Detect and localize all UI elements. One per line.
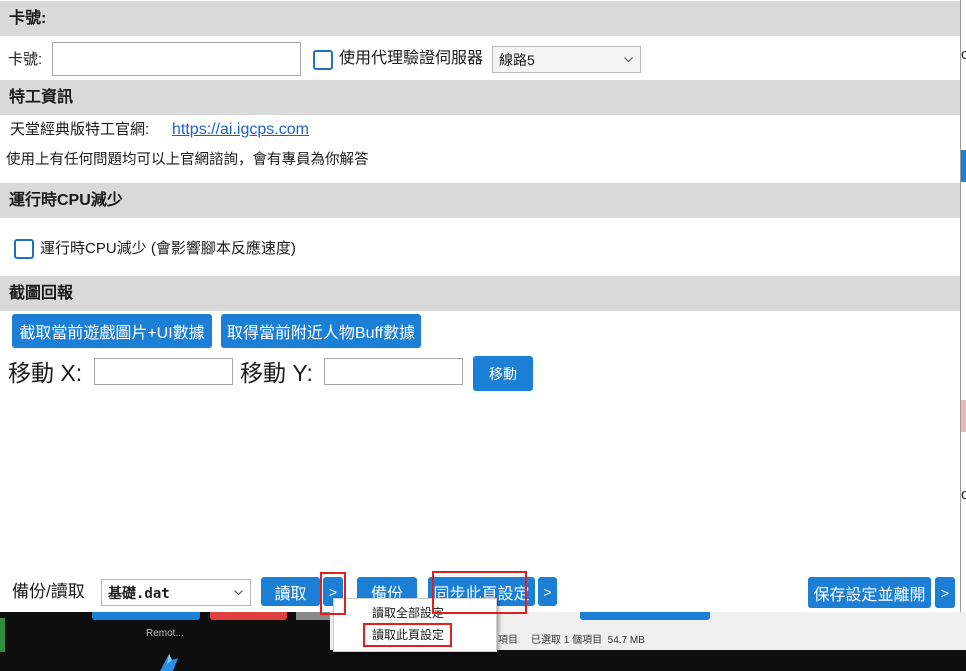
background-banner-fragment [961, 400, 966, 432]
move-button[interactable]: 移動 [473, 356, 533, 391]
status-selection: 已選取 1 個項目 54.7 MB [531, 635, 645, 646]
menu-item-load-page-settings[interactable]: 讀取此頁設定 [334, 624, 496, 646]
chevron-down-icon [624, 56, 633, 62]
cpu-reduce-label[interactable]: 運行時CPU減少 (會影響腳本反應速度) [40, 239, 296, 259]
capture-game-ui-button[interactable]: 截取當前遊戲圖片+UI數據 [12, 314, 212, 348]
section-header-agent: 特工資訊 [0, 80, 960, 115]
desktop-icon-fragment [0, 618, 5, 652]
card-label: 卡號: [8, 51, 43, 68]
desktop-app-icon[interactable] [158, 652, 180, 671]
cpu-reduce-checkbox[interactable] [14, 239, 34, 259]
proxy-checkbox[interactable] [313, 50, 333, 70]
background-button-fragment [210, 612, 287, 620]
proxy-checkbox-label[interactable]: 使用代理驗證伺服器 [339, 49, 483, 69]
background-button-fragment [580, 612, 710, 620]
move-x-label: 移動 X: [8, 360, 83, 386]
settings-dialog: 卡號: 卡號: 使用代理驗證伺服器 線路5 特工資訊 天堂經典版特工官網: ht… [0, 0, 960, 612]
save-options-button[interactable]: > [935, 577, 955, 608]
route-select-value: 線路5 [499, 51, 535, 68]
status-item-count: 項目 [498, 635, 518, 646]
move-y-input[interactable] [324, 358, 463, 385]
nearby-buff-data-button[interactable]: 取得當前附近人物Buff數據 [221, 314, 421, 348]
desktop-shortcut-label[interactable]: Remot... [146, 627, 184, 641]
menu-item-load-all-settings[interactable]: 讀取全部設定 [334, 602, 496, 624]
background-button-fragment [296, 612, 330, 620]
section-header-cpu: 運行時CPU減少 [0, 183, 960, 218]
load-context-menu: 讀取全部設定 讀取此頁設定 [333, 598, 497, 652]
move-x-input[interactable] [94, 358, 233, 385]
background-window-edge: c oi [960, 0, 966, 612]
settings-file-value: 基礎.dat [108, 585, 170, 602]
sync-options-button[interactable]: > [538, 577, 557, 606]
save-and-exit-button[interactable]: 保存設定並離開 [808, 577, 931, 608]
section-header-card: 卡號: [0, 1, 960, 36]
support-note: 使用上有任何問題均可以上官網諮詢，會有專員為你解答 [6, 152, 369, 168]
backup-load-label: 備份/讀取 [12, 582, 85, 601]
background-button-fragment [961, 150, 966, 182]
settings-file-select[interactable]: 基礎.dat [101, 579, 251, 606]
official-site-link[interactable]: https://ai.igcps.com [172, 120, 309, 140]
section-header-screenshot: 截圖回報 [0, 276, 960, 311]
load-button[interactable]: 讀取 [261, 577, 320, 606]
move-y-label: 移動 Y: [240, 360, 313, 386]
route-select[interactable]: 線路5 [492, 46, 641, 73]
official-site-label: 天堂經典版特工官網: [10, 121, 150, 138]
background-text-fragment: c [961, 45, 966, 65]
background-text-fragment: oi [961, 485, 966, 505]
background-button-fragment [92, 612, 200, 620]
chevron-down-icon [234, 589, 243, 595]
card-number-input[interactable] [52, 42, 301, 76]
